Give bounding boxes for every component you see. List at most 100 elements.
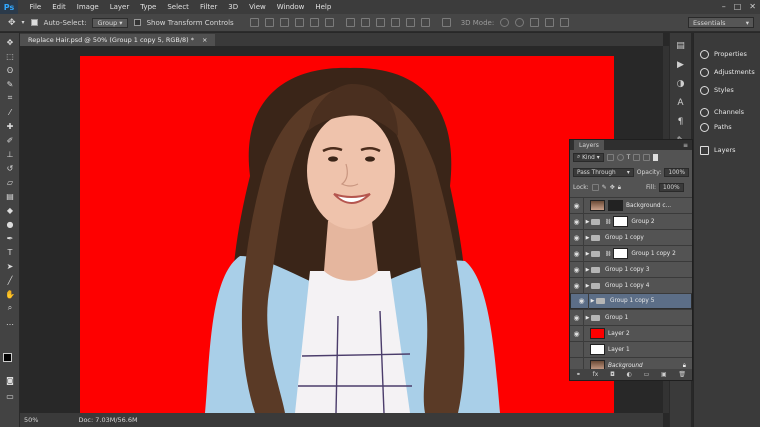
blur-tool-icon[interactable]: ◆ [4, 205, 16, 215]
layer-row[interactable]: ◉ ▶ Group 1 copy [570, 229, 692, 246]
filter-shape-icon[interactable] [633, 154, 641, 161]
maximize-button[interactable]: □ [734, 2, 742, 11]
layer-mask-thumbnail[interactable] [613, 216, 629, 227]
eyedropper-tool-icon[interactable]: ⁄ [4, 107, 16, 117]
menu-edit[interactable]: Edit [47, 3, 72, 11]
eye-icon[interactable]: ◉ [570, 261, 584, 278]
menu-view[interactable]: View [244, 3, 272, 11]
layer-row[interactable]: ◉ ▶ Group 1 [570, 309, 692, 326]
eye-icon[interactable]: ◉ [570, 229, 584, 246]
foreground-color-swatch[interactable] [3, 353, 12, 362]
lock-position-icon[interactable]: ✥ [610, 184, 615, 191]
opacity-input[interactable]: 100% [664, 168, 689, 177]
new-group-icon[interactable]: ▭ [644, 371, 650, 378]
dodge-tool-icon[interactable]: ● [4, 219, 16, 229]
tool-preset-dropdown-icon[interactable]: ▾ [22, 19, 25, 26]
panel-paths[interactable]: Paths [694, 121, 760, 133]
menu-type[interactable]: Type [135, 3, 162, 11]
menu-file[interactable]: File [24, 3, 47, 11]
eraser-tool-icon[interactable]: ▱ [4, 177, 16, 187]
history-icon[interactable]: ▤ [675, 40, 687, 52]
lasso-tool-icon[interactable]: ʘ [4, 65, 16, 75]
close-tab-icon[interactable]: × [202, 36, 207, 44]
shape-tool-icon[interactable]: ╱ [4, 275, 16, 285]
eye-icon[interactable]: ◉ [570, 197, 584, 214]
distribute-top-icon[interactable] [345, 18, 355, 27]
3d-rotate-icon[interactable] [500, 18, 510, 27]
filter-pixel-icon[interactable] [606, 154, 614, 161]
expand-arrow-icon[interactable]: ▶ [584, 219, 591, 225]
panel-styles[interactable]: Styles [694, 81, 760, 99]
lock-pixels-icon[interactable]: ✎ [602, 184, 607, 191]
expand-arrow-icon[interactable]: ▶ [589, 298, 596, 304]
layer-mask-thumbnail[interactable] [613, 248, 629, 259]
layer-style-icon[interactable]: fx [593, 371, 599, 378]
menu-3d[interactable]: 3D [223, 3, 244, 11]
distribute-left-icon[interactable] [390, 18, 400, 27]
kind-filter-dropdown[interactable]: ⌕ Kind ▾ [573, 153, 604, 162]
distribute-vcenter-icon[interactable] [360, 18, 370, 27]
align-bottom-icon[interactable] [279, 18, 289, 27]
panel-layers[interactable]: Layers [694, 141, 760, 159]
layers-tab[interactable]: Layers [574, 140, 604, 150]
document-canvas[interactable] [80, 56, 614, 413]
new-layer-icon[interactable]: ▣ [661, 371, 667, 378]
layer-row[interactable]: ◉ ▶ Group 1 copy 4 [570, 277, 692, 294]
expand-arrow-icon[interactable]: ▶ [584, 315, 591, 321]
chain-link-icon[interactable]: ⛓ [605, 251, 611, 257]
3d-roll-icon[interactable] [515, 18, 525, 27]
pen-tool-icon[interactable]: ✒ [4, 233, 16, 243]
filter-toggle-icon[interactable] [653, 154, 659, 161]
document-tab[interactable]: Replace Hair.psd @ 50% (Group 1 copy 5, … [20, 34, 216, 46]
brush-tool-icon[interactable]: ✐ [4, 135, 16, 145]
distribute-hcenter-icon[interactable] [405, 18, 415, 27]
delete-layer-icon[interactable]: 🗑︎ [678, 371, 686, 378]
move-tool-icon[interactable]: ✥ [8, 18, 16, 28]
path-select-tool-icon[interactable]: ➤ [4, 261, 16, 271]
3d-pan-icon[interactable] [530, 18, 540, 27]
show-transform-checkbox[interactable] [133, 19, 141, 26]
layer-row[interactable]: ◉ ▶ Group 1 copy 3 [570, 261, 692, 278]
panel-menu-icon[interactable]: ≡ [683, 142, 688, 149]
eye-hidden-icon[interactable] [570, 341, 584, 358]
move-tool-icon[interactable]: ✥ [4, 37, 16, 47]
eye-icon[interactable]: ◉ [570, 245, 584, 262]
add-mask-icon[interactable]: ◘ [610, 371, 615, 378]
marquee-tool-icon[interactable]: ⬚ [4, 51, 16, 61]
character-icon[interactable]: A [675, 97, 687, 109]
eye-icon[interactable]: ◉ [570, 213, 584, 230]
blend-mode-dropdown[interactable]: Pass Through ▾ [573, 168, 634, 177]
filter-smart-icon[interactable] [643, 154, 651, 161]
lock-all-icon[interactable]: 🔒︎ [618, 184, 621, 192]
auto-select-checkbox[interactable] [30, 19, 38, 26]
layer-thumbnail[interactable] [590, 200, 605, 211]
layer-row[interactable]: ◉ ▶ ⛓ Group 1 copy 2 [570, 245, 692, 262]
screen-mode-icon[interactable]: ▭ [4, 391, 16, 401]
filter-adjustment-icon[interactable] [616, 154, 624, 161]
align-top-icon[interactable] [249, 18, 259, 27]
panel-adjustments[interactable]: Adjustments [694, 63, 760, 81]
lock-transparent-icon[interactable] [591, 184, 599, 191]
swatches-icon[interactable]: ◑ [675, 78, 687, 90]
paragraph-icon[interactable]: ¶ [675, 116, 687, 128]
more-tools-icon[interactable]: … [4, 317, 16, 327]
actions-icon[interactable]: ▶ [675, 59, 687, 71]
menu-filter[interactable]: Filter [194, 3, 222, 11]
expand-arrow-icon[interactable]: ▶ [584, 251, 591, 257]
minimize-button[interactable]: – [722, 2, 726, 11]
menu-window[interactable]: Window [271, 3, 310, 11]
eye-icon[interactable]: ◉ [570, 325, 584, 342]
layer-thumbnail[interactable] [590, 328, 605, 339]
align-left-icon[interactable] [294, 18, 304, 27]
layer-row[interactable]: ◉ ▶ ⛓ Group 2 [570, 213, 692, 230]
expand-arrow-icon[interactable]: ▶ [584, 283, 591, 289]
menu-help[interactable]: Help [310, 3, 337, 11]
eye-icon[interactable]: ◉ [575, 293, 589, 309]
align-hcenter-icon[interactable] [309, 18, 319, 27]
layer-row[interactable]: ◉ Layer 2 [570, 325, 692, 342]
new-adjustment-icon[interactable]: ◐ [627, 371, 632, 378]
fill-input[interactable]: 100% [659, 183, 684, 192]
clone-stamp-tool-icon[interactable]: ⊥ [4, 149, 16, 159]
align-vcenter-icon[interactable] [264, 18, 274, 27]
layer-mask-thumbnail[interactable] [608, 200, 623, 211]
